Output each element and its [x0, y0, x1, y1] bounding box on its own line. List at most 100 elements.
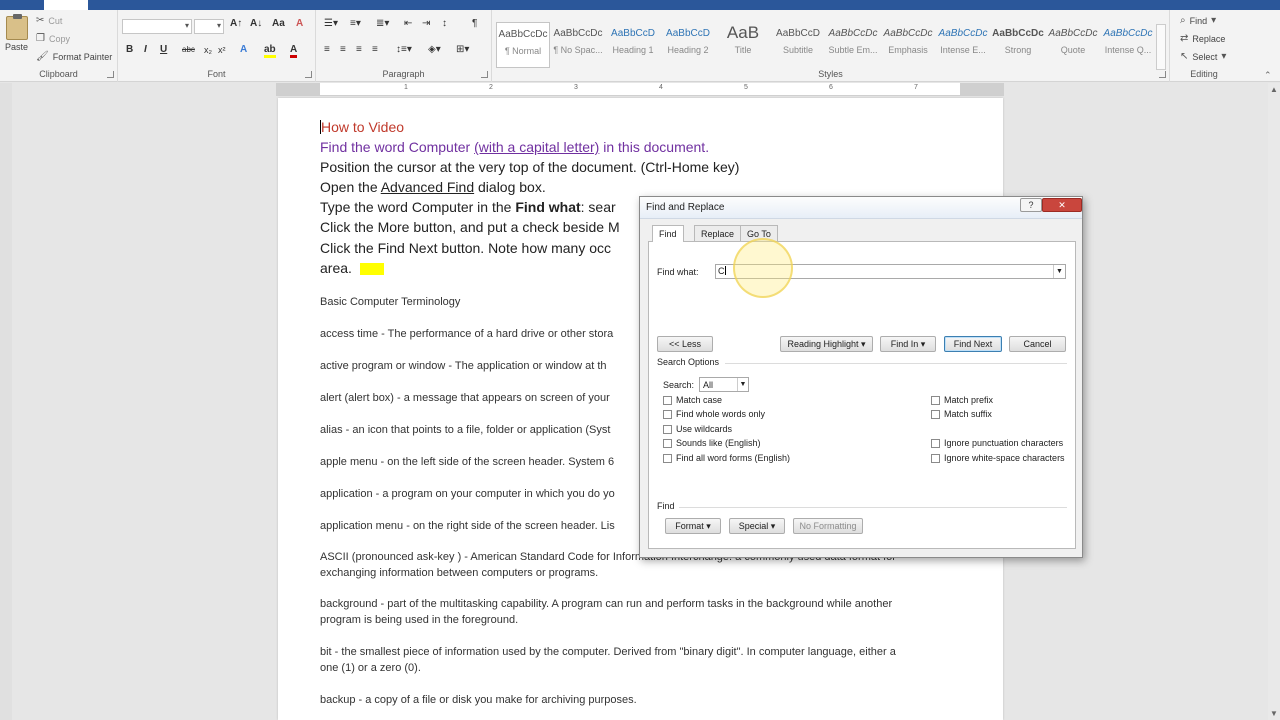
checkbox-box[interactable] — [663, 453, 672, 463]
paragraph-launcher-icon[interactable] — [481, 71, 488, 78]
tab-find[interactable]: Find — [652, 225, 684, 242]
doc-link[interactable]: Advanced Find — [381, 179, 474, 195]
help-button[interactable]: ? — [1020, 198, 1042, 212]
horizontal-ruler[interactable]: 1 2 3 4 5 6 7 — [276, 83, 1004, 96]
special-button[interactable]: Special ▾ — [729, 518, 785, 534]
bold-icon[interactable]: B — [126, 44, 133, 55]
highlight-color-icon[interactable]: ab — [264, 44, 276, 58]
style-intense-emphasis[interactable]: AaBbCcDc Intense E... — [936, 22, 990, 68]
align-center-icon[interactable]: ≡ — [340, 44, 346, 55]
paste-icon[interactable] — [6, 14, 28, 40]
match-prefix-checkbox[interactable]: Match prefix — [931, 395, 993, 405]
font-launcher-icon[interactable] — [305, 71, 312, 78]
format-painter-button[interactable]: 🖌 Format Painter — [36, 51, 112, 62]
sort-icon[interactable]: ↕ — [442, 18, 447, 29]
copy-button[interactable]: ❐ Copy — [36, 33, 70, 44]
doc-link[interactable]: (with a capital letter) — [474, 139, 599, 155]
style-quote[interactable]: AaBbCcDc Quote — [1046, 22, 1100, 68]
close-button[interactable]: ✕ — [1042, 198, 1082, 212]
chevron-down-icon[interactable]: ▼ — [1053, 265, 1065, 278]
pilcrow-icon[interactable]: ¶ — [472, 18, 477, 29]
style-heading-2[interactable]: AaBbCcD Heading 2 — [661, 22, 715, 68]
whole-words-checkbox[interactable]: Find whole words only — [663, 409, 765, 419]
format-button[interactable]: Format ▾ — [665, 518, 721, 534]
checkbox-box[interactable] — [931, 409, 940, 419]
checkbox-box[interactable] — [663, 395, 672, 405]
font-size-combo[interactable]: ▾ — [194, 19, 224, 34]
find-replace-dialog[interactable]: Find and Replace ? ✕ Find Replace Go To … — [639, 196, 1083, 558]
find-button[interactable]: ⌕ Find ▾ — [1180, 15, 1216, 26]
style-subtle-emphasis[interactable]: AaBbCcDc Subtle Em... — [826, 22, 880, 68]
select-button[interactable]: ↖ Select ▾ — [1180, 51, 1226, 62]
font-color-icon[interactable]: A — [290, 44, 298, 58]
find-label: Find — [1189, 15, 1208, 26]
checkbox-box[interactable] — [931, 438, 940, 448]
ignore-punctuation-checkbox[interactable]: Ignore punctuation characters — [931, 438, 1063, 448]
replace-button[interactable]: ⇄ Replace — [1180, 33, 1225, 44]
doc-text: Find the word Computer — [320, 139, 475, 155]
text-effects-icon[interactable]: A — [240, 44, 247, 55]
underline-icon[interactable]: U — [160, 44, 167, 55]
scroll-down-icon[interactable]: ▼ — [1270, 709, 1278, 718]
reading-highlight-button[interactable]: Reading Highlight ▾ — [780, 336, 873, 352]
style-no-spacing[interactable]: AaBbCcDc ¶ No Spac... — [551, 22, 605, 68]
bullets-icon[interactable]: ☰▾ — [324, 18, 338, 29]
align-right-icon[interactable]: ≡ — [356, 44, 362, 55]
checkbox-box[interactable] — [931, 453, 940, 463]
align-left-icon[interactable]: ≡ — [324, 44, 330, 55]
wildcards-checkbox[interactable]: Use wildcards — [663, 424, 732, 434]
style-normal[interactable]: AaBbCcDc ¶ Normal — [496, 22, 550, 68]
vertical-scrollbar[interactable]: ▲ ▼ — [1268, 83, 1280, 720]
style-emphasis[interactable]: AaBbCcDc Emphasis — [881, 22, 935, 68]
font-name-combo[interactable]: ▾ — [122, 19, 192, 34]
grow-font-icon[interactable]: A↑ — [230, 18, 242, 29]
tab-replace[interactable]: Replace — [694, 225, 742, 241]
line-spacing-icon[interactable]: ↕≡▾ — [396, 44, 412, 55]
cancel-button[interactable]: Cancel — [1009, 336, 1066, 352]
shading-icon[interactable]: ◈▾ — [428, 44, 441, 55]
checkbox-box[interactable] — [931, 395, 940, 405]
superscript-icon[interactable]: x² — [218, 45, 226, 55]
borders-icon[interactable]: ⊞▾ — [456, 44, 469, 55]
paste-button[interactable]: Paste — [5, 42, 28, 52]
styles-launcher-icon[interactable] — [1159, 71, 1166, 78]
checkbox-box[interactable] — [663, 424, 672, 434]
change-case-icon[interactable]: Aa — [272, 18, 285, 29]
tab-home[interactable] — [44, 0, 88, 10]
match-case-checkbox[interactable]: Match case — [663, 395, 722, 405]
cut-button[interactable]: ✂ Cut — [36, 15, 62, 26]
style-intense-quote[interactable]: AaBbCcDc Intense Q... — [1101, 22, 1155, 68]
style-strong[interactable]: AaBbCcDc Strong — [991, 22, 1045, 68]
numbering-icon[interactable]: ≡▾ — [350, 18, 361, 29]
style-title[interactable]: AaB Title — [716, 22, 770, 68]
checkbox-box[interactable] — [663, 409, 672, 419]
word-forms-checkbox[interactable]: Find all word forms (English) — [663, 453, 790, 463]
multilevel-list-icon[interactable]: ≣▾ — [376, 18, 389, 29]
style-subtitle[interactable]: AaBbCcD Subtitle — [771, 22, 825, 68]
italic-icon[interactable]: I — [144, 44, 147, 55]
match-suffix-checkbox[interactable]: Match suffix — [931, 409, 992, 419]
sounds-like-checkbox[interactable]: Sounds like (English) — [663, 438, 761, 448]
find-in-button[interactable]: Find In ▾ — [880, 336, 936, 352]
clipboard-launcher-icon[interactable] — [107, 71, 114, 78]
collapse-ribbon-icon[interactable]: ⌃ — [1264, 70, 1272, 81]
dialog-title-bar[interactable]: Find and Replace ? ✕ — [640, 197, 1082, 219]
strikethrough-icon[interactable]: abc — [182, 45, 195, 54]
style-heading-1[interactable]: AaBbCcD Heading 1 — [606, 22, 660, 68]
search-direction-select[interactable]: All ▼ — [699, 377, 749, 392]
doc-text: : sear — [580, 199, 616, 215]
find-tab-panel: Find what: C ▼ << Less Reading Highlight… — [648, 241, 1076, 549]
clear-formatting-icon[interactable]: A — [296, 18, 303, 29]
checkbox-box[interactable] — [663, 438, 672, 448]
justify-icon[interactable]: ≡ — [372, 44, 378, 55]
ignore-whitespace-checkbox[interactable]: Ignore white-space characters — [931, 453, 1065, 463]
increase-indent-icon[interactable]: ⇥ — [422, 18, 430, 29]
less-button[interactable]: << Less — [657, 336, 713, 352]
subscript-icon[interactable]: x₂ — [204, 45, 212, 55]
shrink-font-icon[interactable]: A↓ — [250, 18, 262, 29]
scroll-up-icon[interactable]: ▲ — [1270, 85, 1278, 94]
decrease-indent-icon[interactable]: ⇤ — [404, 18, 412, 29]
find-next-button[interactable]: Find Next — [944, 336, 1002, 352]
styles-gallery-scroll[interactable] — [1156, 24, 1166, 70]
doc-line-open: Open the Advanced Find dialog box. — [320, 179, 546, 195]
